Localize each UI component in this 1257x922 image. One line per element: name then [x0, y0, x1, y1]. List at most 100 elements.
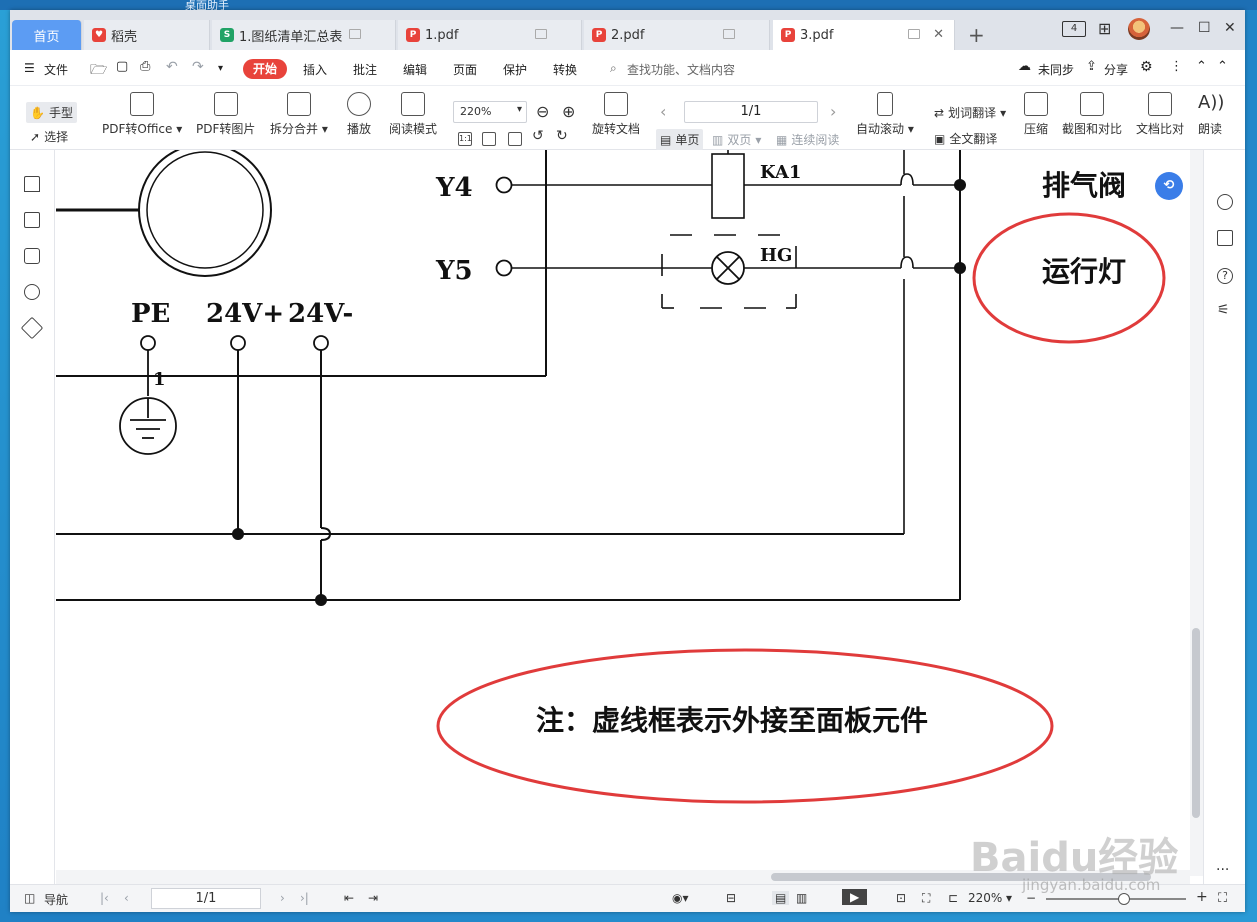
search-icon[interactable]: ⌕ [610, 61, 617, 76]
forward-icon[interactable]: ⇥ [368, 891, 378, 905]
minimize-button[interactable]: — [1170, 20, 1184, 36]
menu-insert[interactable]: 插入 [303, 61, 327, 78]
comment-icon[interactable] [24, 248, 40, 264]
doc-compare-button[interactable]: 文档比对 [1136, 92, 1184, 137]
screenshot-compare-button[interactable]: 截图和对比 [1062, 92, 1122, 137]
select-tool-button[interactable]: ➚ 选择 [30, 128, 68, 145]
window-count-badge[interactable]: 4 [1062, 21, 1086, 37]
vertical-scroll-thumb[interactable] [1192, 628, 1200, 818]
double-page-button[interactable]: ▥ 双页 ▾ [712, 131, 761, 148]
more-options-icon[interactable]: ··· [1216, 862, 1229, 878]
read-mode-button[interactable]: 阅读模式 [389, 92, 437, 137]
pdf-to-image-button[interactable]: PDF转图片 [196, 92, 255, 137]
menu-file[interactable]: 文件 [44, 61, 68, 78]
zoom-select[interactable]: 220% ▾ [453, 101, 527, 123]
actual-size-icon[interactable]: 1:1 [458, 132, 472, 146]
more-menu-icon[interactable]: ⋮ [1170, 59, 1183, 74]
fit-width-icon[interactable] [508, 132, 522, 146]
pdf-to-office-button[interactable]: PDF转Office ▾ [102, 92, 182, 137]
open-folder-icon[interactable]: 🗁 [90, 59, 107, 83]
link-float-icon[interactable]: ⟲ [1155, 172, 1183, 200]
menu-convert[interactable]: 转换 [553, 61, 577, 78]
menu-annotate[interactable]: 批注 [353, 61, 377, 78]
zoom-out-icon[interactable]: ⊖ [536, 102, 549, 121]
fullscreen-icon[interactable]: ⛶ [1218, 891, 1227, 906]
sync-status[interactable]: 未同步 [1038, 61, 1074, 78]
minimize-ribbon-icon[interactable]: ⌃ [1217, 59, 1228, 74]
nav-toggle-button[interactable]: 导航 [44, 891, 68, 908]
close-tab-icon[interactable]: ✕ [933, 27, 944, 42]
first-page-icon[interactable]: |‹ [100, 891, 109, 905]
redo-icon[interactable]: ↷ [192, 59, 204, 75]
restore-button[interactable]: ☐ [1198, 20, 1211, 36]
menu-page[interactable]: 页面 [453, 61, 477, 78]
word-translate-button[interactable]: ⇄ 划词翻译 ▾ [934, 104, 1006, 121]
share-button[interactable]: 分享 [1104, 61, 1128, 78]
rotate-document-button[interactable]: 旋转文档 [592, 92, 640, 137]
play-button[interactable]: 播放 [347, 92, 371, 137]
tab-docer[interactable]: ♥ 稻壳 [84, 20, 210, 50]
last-page-icon[interactable]: ›| [300, 891, 309, 905]
next-page-icon[interactable]: › [830, 102, 836, 121]
adjust-settings-icon[interactable]: ⚟ [1217, 302, 1233, 318]
read-aloud-button[interactable]: A)) 朗读 [1198, 92, 1224, 137]
page-split-icon[interactable]: ⊟ [726, 891, 736, 905]
document-view[interactable]: Y4 Y5 PE 24V+ 24V- 排气阀 运行灯 注：虚线框表示外接至面板元… [56, 150, 1190, 876]
continuous-read-button[interactable]: ▦ 连续阅读 [776, 131, 839, 148]
play-slideshow-icon[interactable]: ▶ [842, 889, 868, 905]
hamburger-icon[interactable]: ☰ [24, 61, 35, 75]
auto-scroll-button[interactable]: 自动滚动 ▾ [856, 92, 914, 137]
split-merge-button[interactable]: 拆分合并 ▾ [270, 92, 328, 137]
save-icon[interactable]: ▢ [116, 59, 128, 74]
status-page-input[interactable]: 1/1 [151, 888, 261, 909]
convert-icon[interactable] [1217, 230, 1233, 246]
bookmark-icon[interactable] [24, 176, 40, 192]
actual-size-status-icon[interactable]: ⊡ [896, 891, 906, 905]
attachment-icon[interactable] [24, 284, 40, 300]
print-icon[interactable]: ⎙ [140, 59, 150, 74]
add-tab-button[interactable]: + [968, 23, 985, 47]
single-page-view-icon[interactable]: ▤ [772, 891, 790, 905]
help-icon[interactable]: ? [1217, 268, 1233, 284]
zoom-slider-knob[interactable] [1118, 893, 1130, 905]
fit-page-icon[interactable] [482, 132, 496, 146]
fit-width-status-icon[interactable]: ⊏ [948, 891, 958, 905]
menu-edit[interactable]: 编辑 [403, 61, 427, 78]
grid-apps-icon[interactable]: ⊞ [1098, 19, 1111, 38]
status-zoom-value[interactable]: 220% [968, 891, 1002, 905]
fit-page-status-icon[interactable]: ⛶ [922, 891, 930, 906]
search-function-input[interactable]: 查找功能、文档内容 [627, 61, 735, 78]
tab-pdf3[interactable]: P 3.pdf ✕ [773, 20, 955, 50]
hand-tool-button[interactable]: ✋ 手型 [26, 102, 77, 123]
collapse-ribbon-icon[interactable]: ⌃ [1196, 59, 1207, 74]
zoom-slider[interactable] [1046, 893, 1186, 905]
share-icon[interactable]: ⇪ [1086, 59, 1097, 74]
tab-pdf1[interactable]: P 1.pdf [398, 20, 582, 50]
quick-access-dropdown-icon[interactable]: ▾ [218, 63, 223, 74]
single-page-button[interactable]: ▤ 单页 [656, 129, 704, 150]
prev-page-icon[interactable]: ‹ [660, 102, 666, 121]
rotate-right-icon[interactable]: ↻ [556, 128, 568, 144]
find-replace-icon[interactable] [1217, 194, 1233, 210]
eye-protect-icon[interactable]: ◉▾ [672, 891, 689, 905]
close-window-button[interactable]: ✕ [1224, 20, 1236, 36]
menu-protect[interactable]: 保护 [503, 61, 527, 78]
thumbnail-icon[interactable] [24, 212, 40, 228]
user-avatar[interactable] [1128, 18, 1150, 40]
nav-panel-icon[interactable]: ◫ [24, 891, 35, 905]
tab-home[interactable]: 首页 [12, 20, 82, 50]
tab-sheet[interactable]: S 1.图纸清单汇总表 [212, 20, 396, 50]
status-zoom-in-icon[interactable]: + [1196, 889, 1208, 905]
full-translate-button[interactable]: ▣ 全文翻译 [934, 130, 997, 147]
tab-pdf2[interactable]: P 2.pdf [584, 20, 770, 50]
undo-icon[interactable]: ↶ [166, 59, 178, 75]
vertical-scrollbar[interactable] [1190, 150, 1203, 876]
signature-icon[interactable] [20, 316, 44, 340]
next-page-status-icon[interactable]: › [280, 891, 285, 905]
page-number-input[interactable]: 1/1 [684, 101, 818, 123]
compress-button[interactable]: 压缩 [1024, 92, 1048, 137]
double-page-view-icon[interactable]: ▥ [796, 891, 807, 905]
back-icon[interactable]: ⇤ [344, 891, 354, 905]
menu-start[interactable]: 开始 [243, 59, 287, 79]
monitor-icon[interactable] [908, 29, 920, 39]
